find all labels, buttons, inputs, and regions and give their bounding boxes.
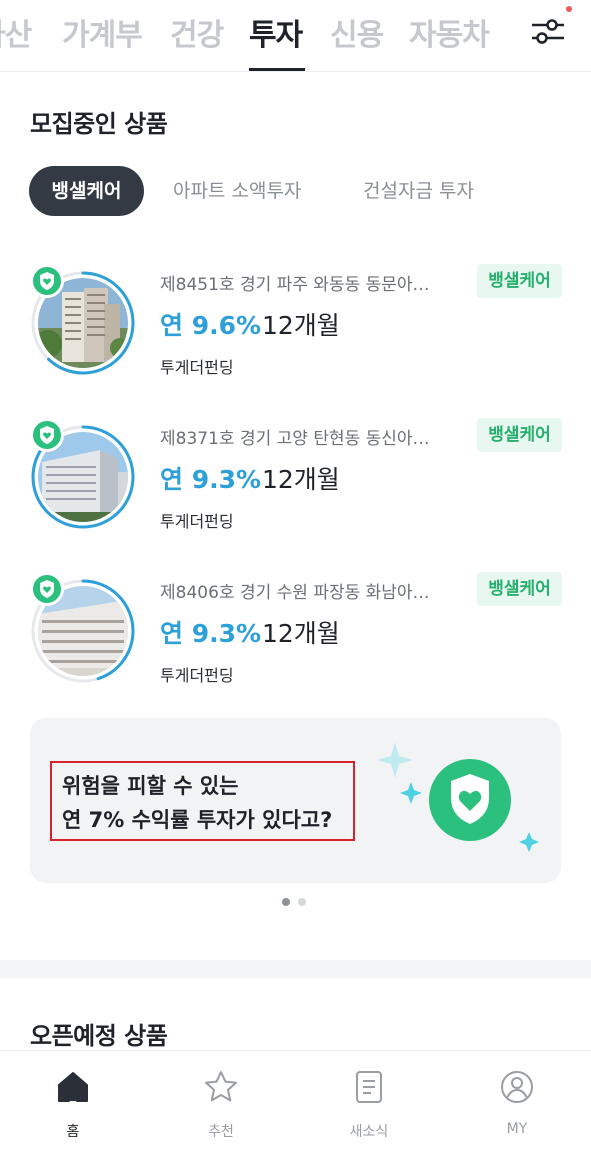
product-term: 12개월 [262,465,340,494]
tab-assets[interactable]: 자산 [0,10,32,54]
product-term: 12개월 [262,619,340,648]
product-rate: 연 9.3% [160,619,262,648]
product-rate: 연 9.6% [160,311,262,340]
product-thumbnail [30,418,136,530]
tab-car[interactable]: 자동차 [409,10,490,54]
profile-icon [501,1071,533,1103]
nav-home[interactable]: 홈 [13,1069,133,1141]
product-badge: 뱅샐케어 [477,572,562,606]
sliders-icon [532,19,564,44]
top-tab-bar: 자산 가계부 건강 투자 신용 자동차 [0,0,591,72]
home-icon [58,1072,88,1102]
product-title: 제8451호 경기 파주 와동동 동문아… [160,275,430,295]
product-item[interactable]: 제8406호 경기 수원 파장동 화남아… 뱅샐케어 연 9.3% 12개월 투… [0,572,591,708]
section-divider [0,960,591,978]
product-term: 12개월 [262,311,340,340]
product-thumbnail [30,572,136,684]
chip-apartment-small-invest[interactable]: 아파트 소액투자 [173,166,301,216]
bottom-navigation: 홈 추천 새소식 MY [0,1050,591,1156]
chip-construction-fund-invest[interactable]: 건설자금 투자 [363,166,474,216]
product-partner: 투게더펀딩 [160,512,234,531]
product-item[interactable]: 제8451호 경기 파주 와동동 동문아… 뱅샐케어 연 9.6% 12개월 투… [0,264,591,400]
tab-health[interactable]: 건강 [170,10,224,54]
nav-my[interactable]: MY [457,1069,577,1137]
settings-button[interactable] [528,14,568,50]
pagination-dot [298,898,306,906]
nav-my-label: MY [506,1121,528,1137]
banner-line-2: 연 7% 수익률 투자가 있다고? [62,808,333,832]
recruiting-section-title: 모집중인 상품 [30,110,168,138]
nav-recommend[interactable]: 추천 [161,1069,281,1141]
product-item[interactable]: 제8371호 경기 고양 탄현동 동신아… 뱅샐케어 연 9.3% 12개월 투… [0,418,591,554]
tab-invest[interactable]: 투자 [249,10,303,54]
notification-dot [566,6,572,12]
shield-heart-icon [30,418,64,452]
banner-text: 위험을 피할 수 있는 연 7% 수익률 투자가 있다고? [50,761,355,841]
product-badge: 뱅샐케어 [477,418,562,452]
active-tab-underline [249,68,305,71]
nav-recommend-label: 추천 [208,1124,234,1140]
product-partner: 투게더펀딩 [160,358,234,377]
promo-banner[interactable]: 위험을 피할 수 있는 연 7% 수익률 투자가 있다고? [30,718,561,883]
tab-credit[interactable]: 신용 [330,10,384,54]
banner-line-1: 위험을 피할 수 있는 [62,774,239,798]
nav-home-label: 홈 [66,1124,80,1140]
shield-heart-icon [30,572,64,606]
chip-banksalad-care[interactable]: 뱅샐케어 [29,166,144,216]
product-partner: 투게더펀딩 [160,666,234,685]
star-icon [205,1071,237,1102]
shield-heart-sparkle-icon [377,742,539,852]
product-title: 제8406호 경기 수원 파장동 화남아… [160,583,430,603]
product-thumbnail [30,264,136,376]
shield-heart-icon [30,264,64,298]
news-icon [356,1071,382,1103]
nav-news-label: 새소식 [349,1124,389,1140]
upcoming-section-title: 오픈예정 상품 [30,1022,168,1050]
tab-household-ledger[interactable]: 가계부 [62,10,143,54]
pagination-dot-active [282,898,290,906]
product-title: 제8371호 경기 고양 탄현동 동신아… [160,429,430,449]
nav-news[interactable]: 새소식 [309,1069,429,1141]
product-rate: 연 9.3% [160,465,262,494]
product-badge: 뱅샐케어 [477,264,562,298]
banner-pagination [282,898,312,908]
